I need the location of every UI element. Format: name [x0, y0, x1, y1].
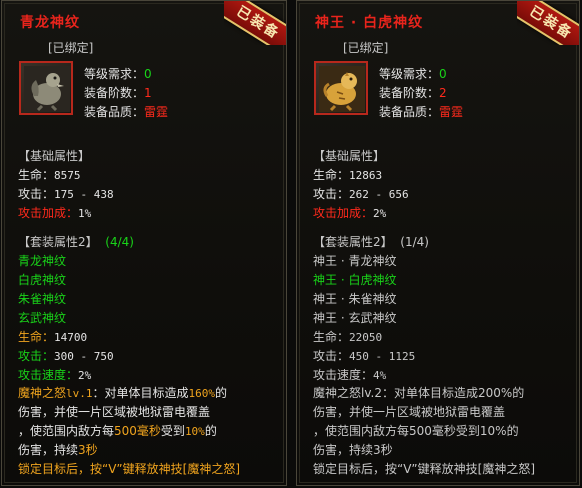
section-header: 【套装属性2】 [313, 235, 393, 249]
skill-level: lv.1 [66, 387, 93, 400]
set-attributes: 【套装属性2】 (1/4) 神王 · 青龙神纹 神王 · 白虎神纹 神王 · 朱… [313, 233, 429, 385]
req-value: 0 [144, 67, 152, 81]
skill-text: 伤害，并使一片区域被地狱雷电覆盖 [18, 405, 211, 419]
stat-label: 攻击： [18, 349, 55, 363]
set-item: 神王 · 青龙神纹 [313, 254, 397, 268]
skill-text: ：对单体目标造成 [92, 386, 189, 400]
skill-text: ，使范围内敌方每500毫秒受到10%的 [313, 424, 519, 438]
stat-value: 12863 [349, 169, 383, 182]
stat-label: 生命： [18, 168, 55, 182]
requirements: 等级需求：0 装备阶数：2 装备品质：雷霆 [379, 65, 463, 122]
req-value: 2 [439, 86, 447, 100]
skill-value: 500毫秒 [114, 424, 161, 438]
skill-text: 的 [215, 386, 228, 400]
stat-value: 175 - 438 [54, 188, 114, 201]
stat-label: 攻击加成： [18, 206, 79, 220]
set-item: 神王 · 玄武神纹 [313, 311, 397, 325]
stat-value: 14700 [54, 331, 88, 344]
set-count: (1/4) [400, 235, 429, 249]
set-item: 神王 · 朱雀神纹 [313, 292, 397, 306]
skill-hotkey-hint: 锁定目标后，按“V”键释放神技[魔神之怒] [313, 462, 536, 476]
bound-status: [已绑定] [343, 41, 389, 55]
item-icon-slot[interactable] [314, 61, 368, 115]
skill-value: 160% [188, 387, 216, 400]
stat-label: 攻击加成： [313, 206, 374, 220]
skill-hotkey-hint: 锁定目标后，按“V”键释放神技[魔神之怒] [18, 462, 241, 476]
stat-label: 攻击： [313, 187, 350, 201]
req-label: 等级需求： [379, 67, 440, 81]
skill-description: 魔神之怒lv.2：对单体目标造成200%的 伤害，并使一片区域被地狱雷电覆盖 ，… [313, 384, 535, 479]
skill-text: 伤害，持续3秒 [313, 443, 393, 457]
stat-value: 4% [373, 369, 387, 382]
stat-label: 攻击速度： [18, 368, 79, 382]
stat-label: 生命： [313, 168, 350, 182]
equipped-badge-label: 已装备 [517, 1, 579, 45]
equipped-badge: 已装备 [517, 1, 579, 45]
req-label: 等级需求： [84, 67, 145, 81]
section-header: 【基础属性】 [313, 149, 386, 163]
skill-text: 伤害，持续 [18, 443, 79, 457]
set-item: 青龙神纹 [18, 254, 67, 268]
skill-value: 10% [184, 425, 205, 438]
item-tooltip-right: 神王 · 白虎神纹 [已绑定] 已装备 等级需求：0 装备阶数：2 装备品质：雷… [296, 0, 580, 486]
set-count: (4/4) [105, 235, 134, 249]
item-title: 青龙神纹 [20, 15, 80, 31]
req-value: 雷霆 [144, 105, 169, 119]
stat-value: 450 - 1125 [349, 350, 416, 363]
req-label: 装备品质： [379, 105, 440, 119]
item-icon-slot[interactable] [19, 61, 73, 115]
item-title: 神王 · 白虎神纹 [315, 15, 424, 31]
requirements: 等级需求：0 装备阶数：1 装备品质：雷霆 [84, 65, 168, 122]
stat-label: 生命： [18, 330, 55, 344]
section-header: 【基础属性】 [18, 149, 91, 163]
req-label: 装备阶数： [84, 86, 145, 100]
stat-value: 262 - 656 [349, 188, 409, 201]
equipped-badge-label: 已装备 [224, 1, 286, 45]
skill-text: 伤害，并使一片区域被地狱雷电覆盖 [313, 405, 506, 419]
set-item: 白虎神纹 [18, 273, 67, 287]
base-attributes: 【基础属性】 生命：8575 攻击：175 - 438 攻击加成：1% [18, 147, 114, 223]
skill-text: 的 [204, 424, 217, 438]
stat-value: 2% [78, 369, 92, 382]
stat-label: 攻击速度： [313, 368, 374, 382]
stat-label: 攻击： [313, 349, 350, 363]
skill-text: 受到 [160, 424, 185, 438]
bound-status: [已绑定] [48, 41, 94, 55]
skill-text: 魔神之怒lv.2：对单体目标造成200%的 [313, 386, 525, 400]
set-item: 玄武神纹 [18, 311, 67, 325]
skill-text: ，使范围内敌方每 [18, 424, 115, 438]
req-value: 雷霆 [439, 105, 464, 119]
base-attributes: 【基础属性】 生命：12863 攻击：262 - 656 攻击加成：2% [313, 147, 409, 223]
stat-value: 2% [373, 207, 387, 220]
stat-value: 8575 [54, 169, 81, 182]
tiger-emblem-icon [319, 66, 365, 112]
stat-value: 1% [78, 207, 92, 220]
dragon-emblem-icon [24, 66, 70, 112]
section-header: 【套装属性2】 [18, 235, 98, 249]
set-attributes: 【套装属性2】 (4/4) 青龙神纹 白虎神纹 朱雀神纹 玄武神纹 生命：147… [18, 233, 134, 385]
stat-label: 生命： [313, 330, 350, 344]
set-item: 神王 · 白虎神纹 [313, 273, 397, 287]
set-item: 朱雀神纹 [18, 292, 67, 306]
skill-value: 3秒 [78, 443, 98, 457]
stat-value: 22050 [349, 331, 383, 344]
stat-value: 300 - 750 [54, 350, 114, 363]
item-tooltip-left: 青龙神纹 [已绑定] 已装备 等级需求：0 装备阶数：1 装备品质：雷霆 【基础… [1, 0, 287, 486]
req-value: 1 [144, 86, 152, 100]
skill-name: 魔神之怒 [18, 386, 67, 400]
stat-label: 攻击： [18, 187, 55, 201]
req-value: 0 [439, 67, 447, 81]
req-label: 装备阶数： [379, 86, 440, 100]
skill-description: 魔神之怒lv.1：对单体目标造成160%的 伤害，并使一片区域被地狱雷电覆盖 ，… [18, 384, 240, 479]
equipped-badge: 已装备 [224, 1, 286, 45]
req-label: 装备品质： [84, 105, 145, 119]
